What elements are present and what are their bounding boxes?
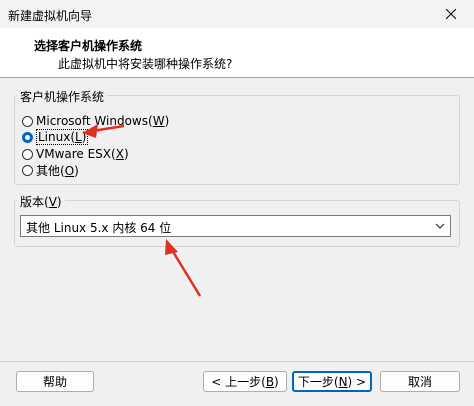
radio-button[interactable]: [22, 164, 33, 176]
radio-button[interactable]: [22, 115, 33, 127]
close-icon: [446, 9, 456, 19]
radio-label: VMware ESX(X): [36, 147, 129, 161]
chevron-down-icon: [435, 223, 445, 229]
footer-divider: [0, 361, 474, 362]
radio-label: 其他(O): [36, 163, 79, 178]
new-vm-wizard-window: 新建虚拟机向导 选择客户机操作系统 此虚拟机中将安装哪种操作系统? 客户机操作系…: [0, 0, 474, 406]
title-bar: 新建虚拟机向导: [0, 0, 474, 28]
version-dropdown[interactable]: 其他 Linux 5.x 内核 64 位: [20, 215, 451, 237]
cancel-button[interactable]: 取消: [380, 371, 460, 392]
version-legend: 版本(V): [17, 193, 65, 210]
radio-button[interactable]: [22, 148, 33, 160]
guest-os-legend: 客户机操作系统: [17, 88, 108, 105]
radio-other[interactable]: 其他(O): [22, 162, 79, 178]
help-button[interactable]: 帮助: [16, 371, 94, 392]
radio-windows[interactable]: Microsoft Windows(W): [22, 113, 169, 129]
version-selected-value: 其他 Linux 5.x 内核 64 位: [26, 221, 172, 235]
back-button[interactable]: < 上一步(B): [203, 371, 287, 392]
radio-linux[interactable]: Linux(L): [22, 129, 89, 145]
radio-label: Linux(L): [36, 129, 89, 145]
next-button[interactable]: 下一步(N) >: [292, 371, 372, 392]
page-subtitle: 此虚拟机中将安装哪种操作系统?: [58, 57, 233, 71]
header-divider: [0, 77, 474, 78]
window-title: 新建虚拟机向导: [8, 9, 93, 23]
arrow-icon-version: [165, 239, 202, 297]
header-panel: 选择客户机操作系统 此虚拟机中将安装哪种操作系统?: [0, 28, 474, 77]
page-title: 选择客户机操作系统: [34, 39, 143, 53]
radio-esx[interactable]: VMware ESX(X): [22, 146, 129, 162]
close-button[interactable]: [428, 0, 474, 28]
radio-button-selected[interactable]: [22, 131, 33, 143]
radio-label: Microsoft Windows(W): [36, 114, 170, 128]
